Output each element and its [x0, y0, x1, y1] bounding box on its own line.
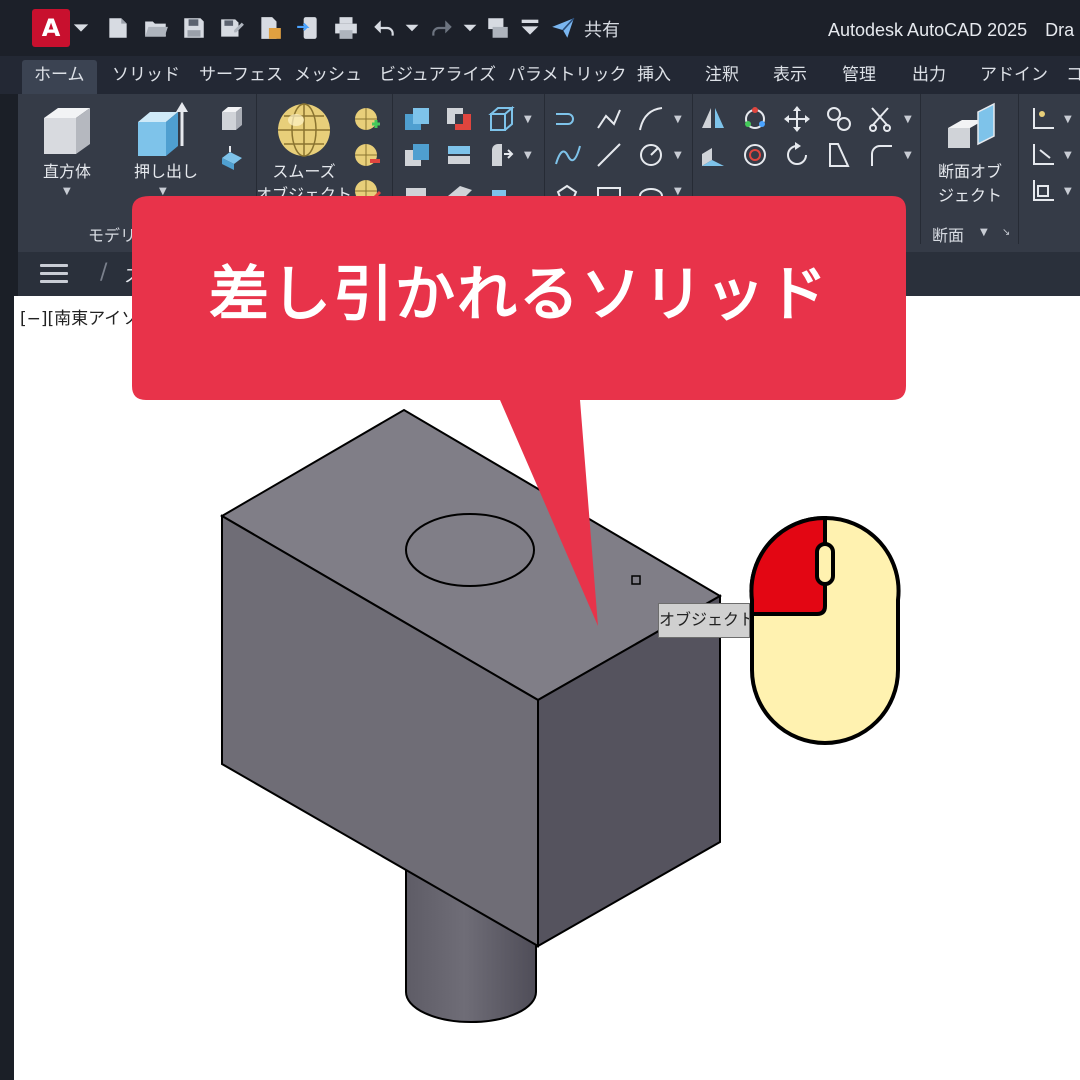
callout-text: 差し引かれるソリッド [209, 260, 829, 330]
callout-bubble [132, 196, 906, 626]
mouse-left-click-icon [749, 515, 901, 745]
selection-tooltip: オブジェクト [658, 603, 750, 638]
